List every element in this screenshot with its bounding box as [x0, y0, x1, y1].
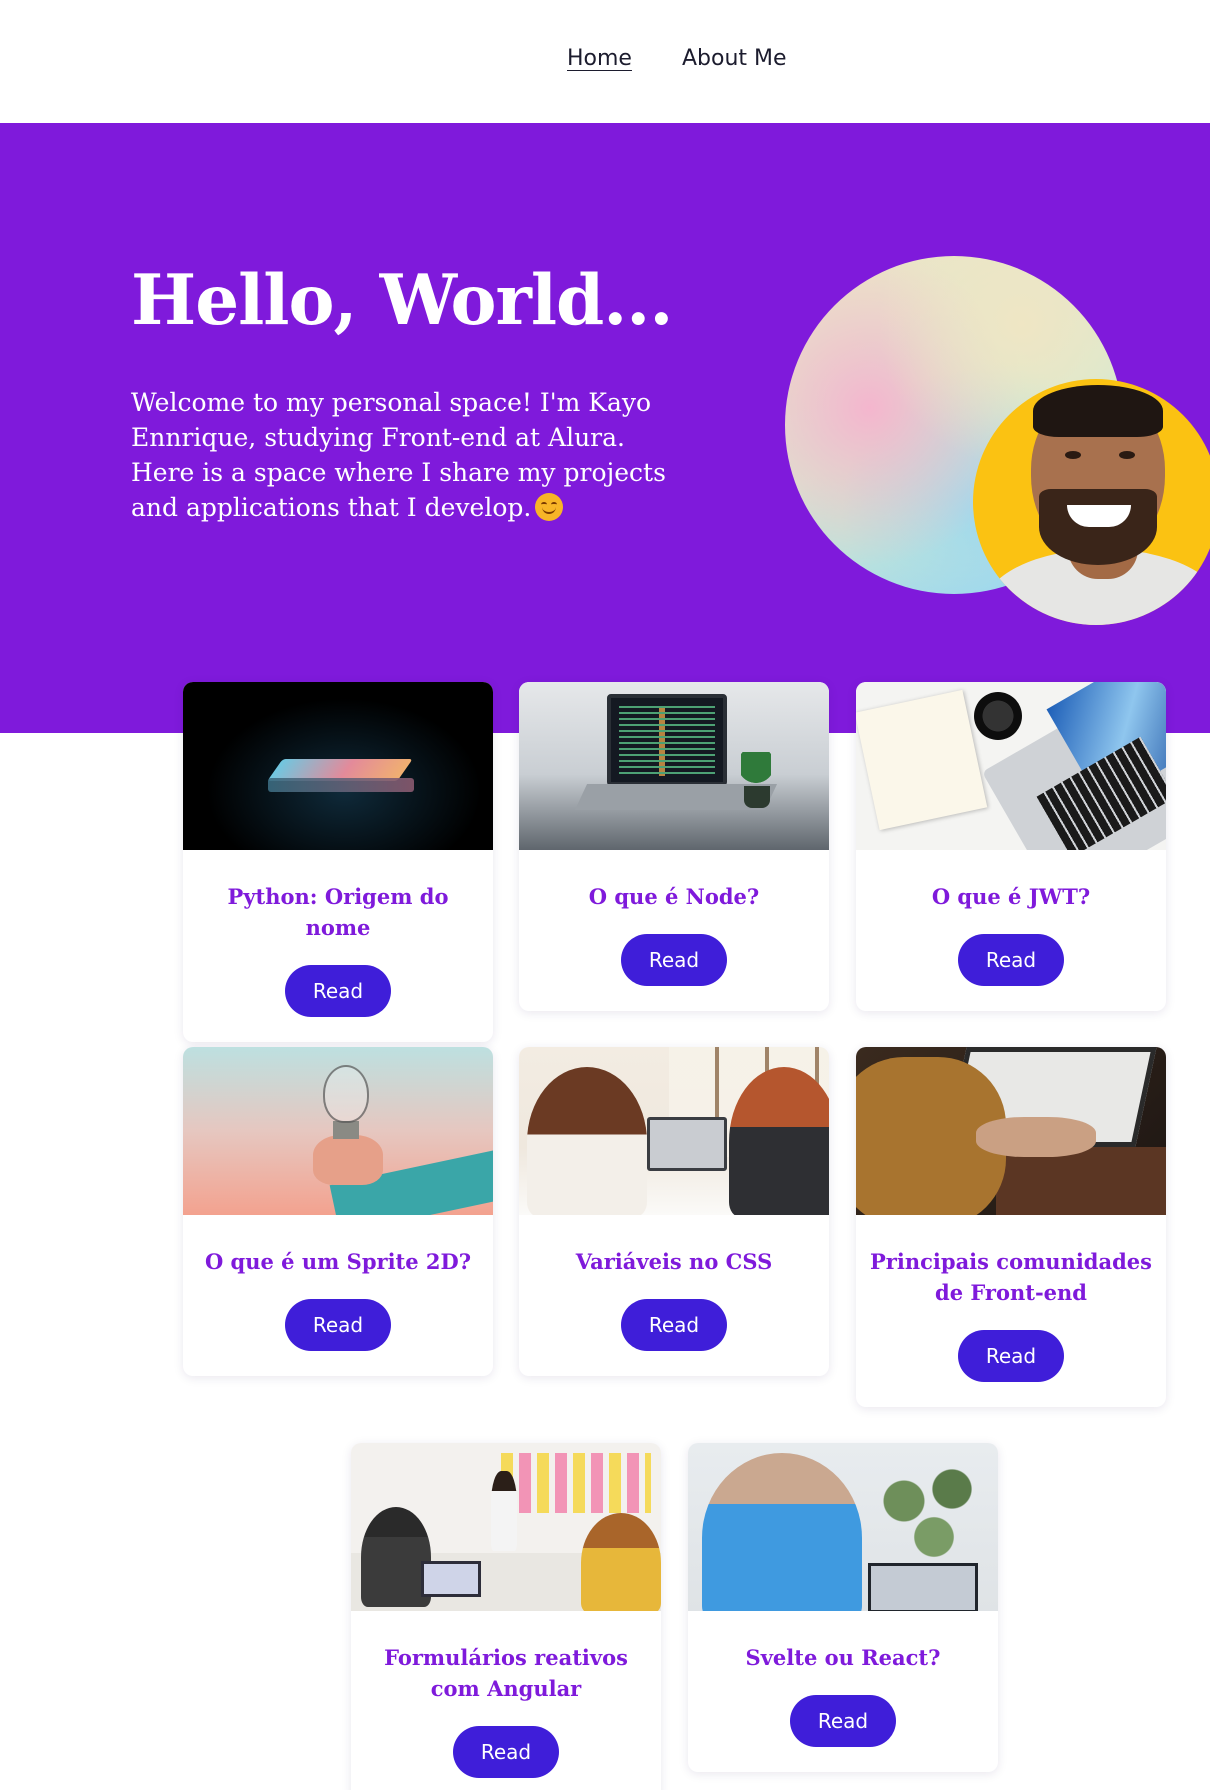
desk-laptop-image: [856, 682, 1166, 850]
hero-paragraph-2: Here is a space where I share my project…: [131, 455, 691, 525]
read-button[interactable]: Read: [790, 1695, 896, 1747]
avatar: [973, 379, 1210, 625]
hero-paragraph-1: Welcome to my personal space! I'm Kayo E…: [131, 388, 652, 452]
read-button[interactable]: Read: [621, 934, 727, 986]
smiling-face-icon: [535, 493, 564, 521]
post-card: O que é JWT? Read: [856, 682, 1166, 1011]
post-card-title: Principais comunidades de Front-end: [870, 1249, 1152, 1305]
post-card: O que é um Sprite 2D? Read: [183, 1047, 493, 1376]
post-card-title: O que é Node?: [588, 884, 760, 909]
read-button[interactable]: Read: [453, 1726, 559, 1778]
post-card-title: Svelte ou React?: [745, 1645, 941, 1670]
nav-home-link[interactable]: Home: [567, 46, 632, 71]
office-meeting-image: [351, 1443, 661, 1611]
post-card-title: O que é um Sprite 2D?: [204, 1249, 472, 1274]
laptop-code-image: [519, 682, 829, 850]
closed-laptop-image: [183, 682, 493, 850]
read-button[interactable]: Read: [958, 1330, 1064, 1382]
read-button[interactable]: Read: [621, 1299, 727, 1351]
top-navigation: Home About Me: [0, 0, 1210, 123]
post-card-title: Python: Origem do nome: [227, 884, 449, 940]
post-card: O que é Node? Read: [519, 682, 829, 1011]
hero-title: Hello, World...: [131, 260, 673, 341]
post-card: Formulários reativos com Angular Read: [351, 1443, 661, 1790]
hero-intro-text: Welcome to my personal space! I'm Kayo E…: [131, 385, 691, 525]
read-button[interactable]: Read: [285, 965, 391, 1017]
post-card: Principais comunidades de Front-end Read: [856, 1047, 1166, 1407]
person-laptop-image: [688, 1443, 998, 1611]
read-button[interactable]: Read: [958, 934, 1064, 986]
meeting-image: [519, 1047, 829, 1215]
hero-paragraph-2-text: Here is a space where I share my project…: [131, 458, 666, 522]
post-card: Svelte ou React? Read: [688, 1443, 998, 1772]
post-card: Variáveis no CSS Read: [519, 1047, 829, 1376]
post-card: Python: Origem do nome Read: [183, 682, 493, 1042]
post-card-title: Formulários reativos com Angular: [384, 1645, 628, 1701]
read-button[interactable]: Read: [285, 1299, 391, 1351]
nav-about-me-link[interactable]: About Me: [682, 46, 787, 71]
post-card-title: Variáveis no CSS: [575, 1249, 773, 1274]
lightbulb-image: [183, 1047, 493, 1215]
typing-image: [856, 1047, 1166, 1215]
post-card-title: O que é JWT?: [931, 884, 1091, 909]
